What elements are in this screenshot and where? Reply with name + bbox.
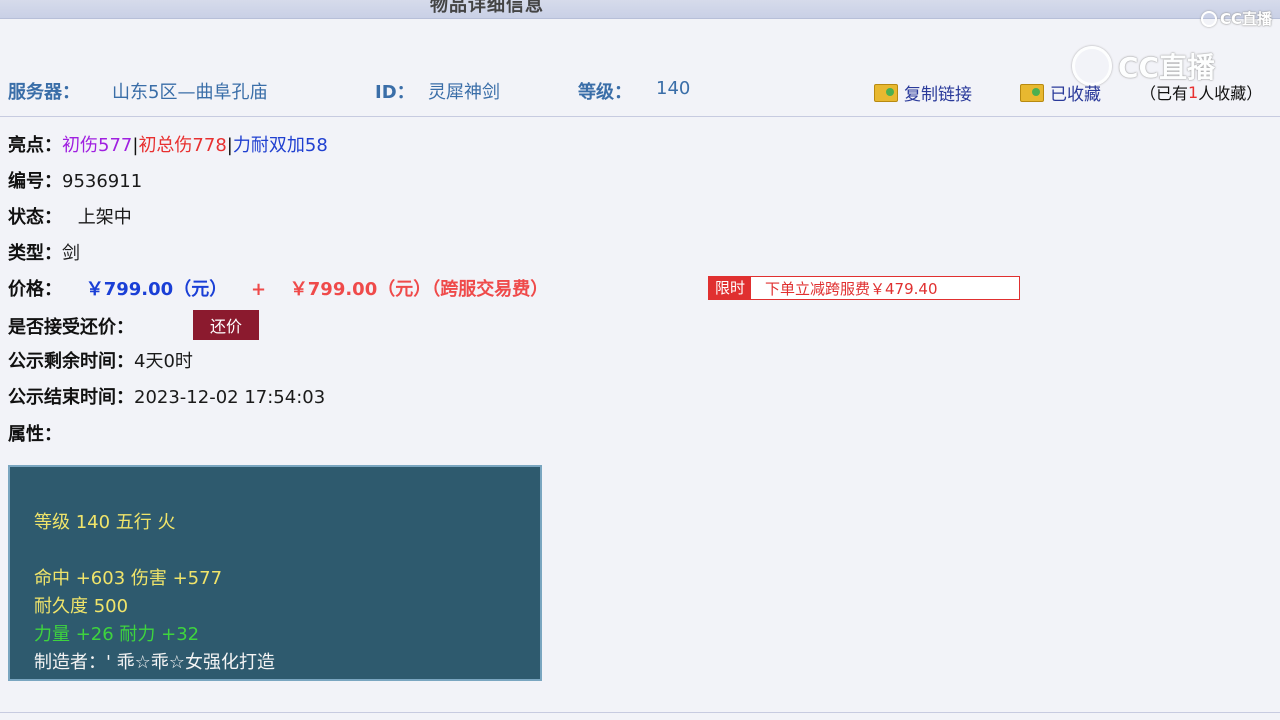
status-row: 状态： 上架中 [8,203,132,229]
copy-link-label: 复制链接 [904,85,972,105]
highlight-item: 初伤577 [62,135,133,156]
promo-tag: 限时 [709,277,752,299]
folder-share-icon [874,83,898,102]
attr-hit-damage: 命中 +603 伤害 +577 [34,568,223,589]
promo-text: 下单立减跨服费￥479.40 [765,279,938,298]
server-value: 山东5区—曲阜孔庙 [112,82,268,103]
price-row: 价格： ￥799.00（元） + ￥799.00（元）（跨服交易费） [8,275,548,301]
cc-logo-icon [1200,10,1217,27]
status-label: 状态： [8,207,62,228]
highlight-item: 初总伤778 [138,135,227,156]
page-title: 物品详细信息 [430,0,544,16]
remaining-label: 公示剩余时间： [8,351,134,372]
highlights-label: 亮点： [8,135,62,156]
remaining-row: 公示剩余时间：4天0时 [8,347,193,373]
bottom-divider [0,712,1280,713]
type-row: 类型：剑 [8,239,80,265]
attributes-label: 属性： [8,424,62,445]
fee-value: ￥799.00（元）（跨服交易费） [289,279,549,300]
watermark-small: CC直播 [1200,8,1272,29]
attr-level-element: 等级 140 五行 火 [34,512,176,533]
level-value: 140 [656,78,691,99]
price-plus: + [250,279,267,300]
favorite-label: 已收藏 [1050,85,1101,105]
serial-value: 9536911 [62,171,143,192]
id-value: 灵犀神剑 [428,82,500,103]
haggle-row: 是否接受还价： [8,313,134,339]
id-label: ID： [375,82,415,103]
promo-badge: 限时 下单立减跨服费￥479.40 [708,276,1020,300]
end-time-label: 公示结束时间： [8,387,134,408]
end-time-value: 2023-12-02 17:54:03 [134,387,326,408]
type-value: 剑 [62,243,80,264]
favorite-button[interactable]: 已收藏 [1020,80,1101,105]
attr-maker: 制造者：' 乖☆乖☆女强化打造 [34,652,275,673]
haggle-button[interactable]: 还价 [193,310,259,340]
highlight-item: 力耐双加58 [232,135,328,156]
price-label: 价格： [8,279,62,300]
serial-label: 编号： [8,171,62,192]
price-value: ￥799.00（元） [85,279,228,300]
end-time-row: 公示结束时间：2023-12-02 17:54:03 [8,383,325,409]
favorite-count: （已有 1 人收藏） [1140,82,1263,104]
attributes-box: 等级 140 五行 火 命中 +603 伤害 +577 耐久度 500 力量 +… [8,465,542,681]
divider [0,116,1280,117]
top-bar: 物品详细信息 [0,0,1280,19]
highlights-row: 亮点：初伤577|初总伤778|力耐双加58 [8,135,328,156]
serial-row: 编号：9536911 [8,167,142,193]
copy-link-button[interactable]: 复制链接 [874,80,972,105]
remaining-value: 4天0时 [134,351,193,372]
haggle-label: 是否接受还价： [8,317,134,338]
server-label: 服务器： [8,82,80,103]
status-value: 上架中 [77,207,132,228]
type-label: 类型： [8,243,62,264]
attr-durability: 耐久度 500 [34,596,129,617]
attr-str-end: 力量 +26 耐力 +32 [34,624,200,645]
favorite-count-number: 1 [1188,82,1199,102]
watermark-small-text: CC直播 [1219,10,1272,28]
level-label: 等级： [578,82,632,103]
folder-favorite-icon [1020,83,1044,102]
attributes-row: 属性： [8,420,62,446]
